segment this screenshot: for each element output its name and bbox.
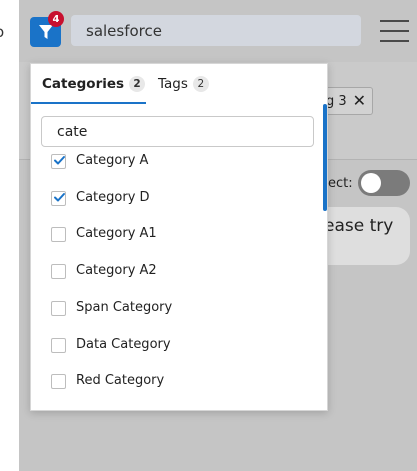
checkmark-icon: [54, 193, 65, 202]
list-item-label: Category A1: [76, 226, 157, 241]
search-input[interactable]: salesforce: [71, 15, 361, 46]
checkbox[interactable]: [51, 264, 66, 279]
list-item-label: Category A2: [76, 263, 157, 278]
list-item[interactable]: Category A2: [31, 257, 321, 287]
filter-dropdown-panel: Categories 2 Tags 2 Category A Category …: [30, 63, 328, 411]
checkbox[interactable]: [51, 154, 66, 169]
category-filter-input[interactable]: [41, 116, 314, 147]
clipped-glyph: o: [0, 24, 4, 40]
tab-categories-count: 2: [129, 75, 146, 92]
list-item-label: Category A: [76, 153, 149, 168]
background-toggle-switch[interactable]: [358, 170, 410, 196]
tab-categories[interactable]: Categories 2: [42, 64, 146, 103]
menu-icon-bar-middle: [380, 30, 409, 32]
tab-categories-label: Categories: [42, 75, 125, 92]
checkbox[interactable]: [51, 191, 66, 206]
left-edge-strip: o: [0, 0, 19, 471]
active-tab-indicator: [31, 102, 146, 104]
close-icon[interactable]: ✕: [353, 93, 366, 109]
list-item[interactable]: Red Category: [31, 367, 321, 397]
checkbox[interactable]: [51, 301, 66, 316]
background-toggle-label: ect:: [328, 176, 353, 191]
list-item-label: Data Category: [76, 337, 171, 352]
list-item[interactable]: Data Category: [31, 331, 321, 361]
checkmark-icon: [54, 156, 65, 165]
list-item-label: Span Category: [76, 300, 173, 315]
menu-icon-bar-top: [380, 20, 409, 22]
background-tag-chip[interactable]: g 3 ✕: [326, 87, 374, 115]
filter-count-badge: 4: [48, 11, 64, 27]
list-item-label: Category D: [76, 190, 150, 205]
list-item[interactable]: Category A1: [31, 220, 321, 250]
search-input-value: salesforce: [86, 21, 162, 40]
list-scrollbar[interactable]: [323, 104, 327, 211]
tab-tags-label: Tags: [158, 75, 188, 92]
checkbox[interactable]: [51, 338, 66, 353]
tab-tags[interactable]: Tags 2: [158, 64, 209, 103]
checkbox[interactable]: [51, 374, 66, 389]
background-tag-chip-label: g 3: [326, 93, 347, 109]
hamburger-menu-button[interactable]: [378, 18, 410, 44]
background-message-text: ease try: [324, 216, 394, 236]
checkbox[interactable]: [51, 227, 66, 242]
list-item[interactable]: Category A: [31, 147, 321, 177]
list-item-label: Red Category: [76, 373, 165, 388]
menu-icon-bar-bottom: [380, 40, 409, 42]
list-item[interactable]: Category D: [31, 184, 321, 214]
tab-tags-count: 2: [192, 75, 209, 92]
list-item[interactable]: Span Category: [31, 294, 321, 324]
